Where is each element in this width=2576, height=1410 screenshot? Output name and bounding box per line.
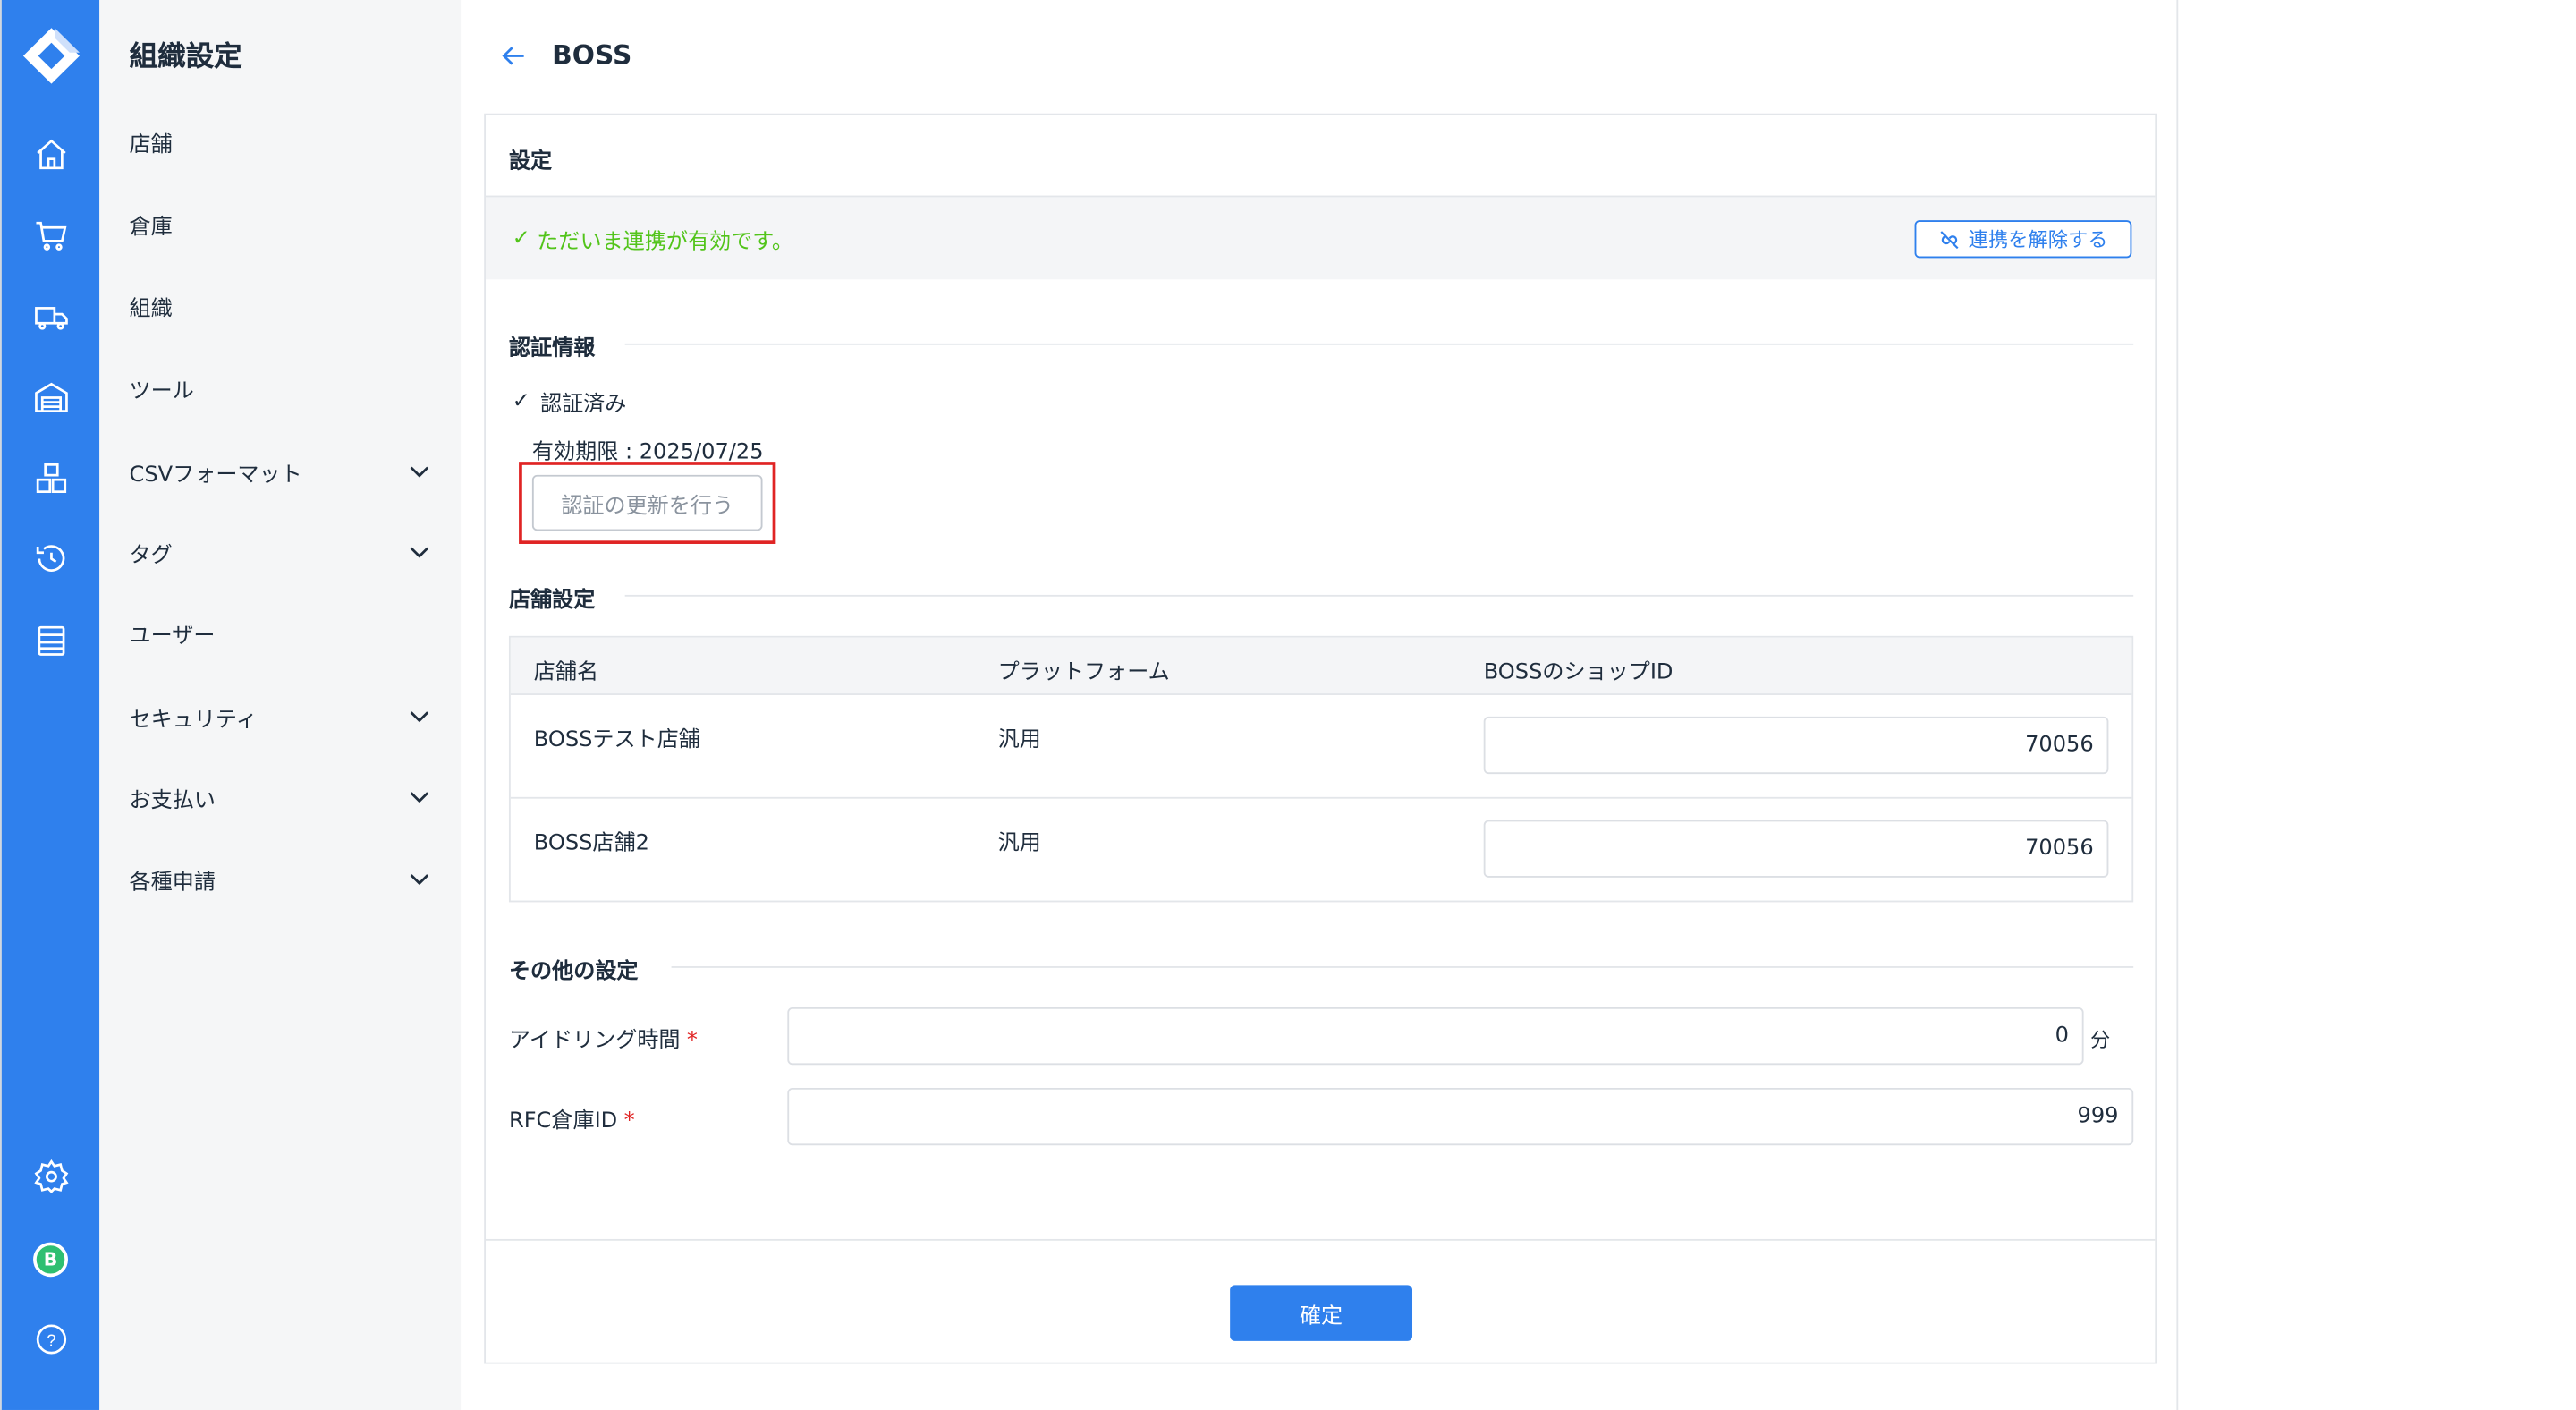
section-divider xyxy=(624,343,2134,345)
store-table: 店舗名 プラットフォーム BOSSのショップID BOSSテスト店舗 汎用 70… xyxy=(508,635,2134,903)
sidebar-item-stores[interactable]: 店舗 xyxy=(99,108,461,174)
check-icon: ✓ xyxy=(512,389,530,414)
help-icon[interactable]: ? xyxy=(30,1318,72,1361)
section-divider xyxy=(671,966,2134,968)
connection-status-bar: ✓ ただいま連携が有効です。 連携を解除する xyxy=(486,197,2156,280)
chevron-down-icon xyxy=(410,792,429,803)
svg-text:?: ? xyxy=(47,1331,55,1350)
footer-divider xyxy=(486,1238,2156,1241)
auth-expiry: 有効期限 : 2025/07/25 xyxy=(531,440,764,465)
sidebar-item-applications[interactable]: 各種申請 xyxy=(99,846,461,912)
avatar[interactable]: B xyxy=(33,1242,68,1278)
renew-auth-button[interactable]: 認証の更新を行う xyxy=(531,474,763,531)
main-content: BOSS 設定 ✓ ただいま連携が有効です。 連携を解除する 認証情報 ✓ 認証… xyxy=(461,0,2179,1410)
cart-icon[interactable] xyxy=(30,214,72,257)
sidebar-item-organization[interactable]: 組織 xyxy=(99,273,461,338)
connection-status: ✓ ただいま連携が有効です。 xyxy=(512,224,794,255)
table-row: BOSS店舗2 汎用 70056 xyxy=(511,799,2132,903)
sidebar-title: 組織設定 xyxy=(129,40,242,74)
table-header: 店舗名 プラットフォーム BOSSのショップID xyxy=(510,637,2132,695)
sidebar-item-csv-format[interactable]: CSVフォーマット xyxy=(99,438,461,504)
table-row: BOSSテスト店舗 汎用 70056 xyxy=(510,695,2132,799)
unlink-button[interactable]: 連携を解除する xyxy=(1914,220,2132,259)
home-icon[interactable] xyxy=(30,133,72,176)
icon-rail: B ? xyxy=(0,0,100,1410)
rfc-warehouse-id-input[interactable]: 999 xyxy=(787,1087,2134,1146)
page-title: BOSS xyxy=(552,39,632,71)
check-icon: ✓ xyxy=(512,226,530,252)
store-section-title: 店舗設定 xyxy=(508,588,596,614)
column-shop-id: BOSSのショップID xyxy=(1483,660,1674,685)
unlink-icon xyxy=(1941,230,1960,249)
sidebar-item-payment[interactable]: お支払い xyxy=(99,764,461,829)
store-platform: 汎用 xyxy=(997,727,1041,753)
card-header: 設定 xyxy=(486,115,2156,198)
other-section-title: その他の設定 xyxy=(508,959,639,985)
column-store-name: 店舗名 xyxy=(533,660,599,685)
chevron-down-icon xyxy=(410,874,429,886)
chevron-down-icon xyxy=(410,466,429,478)
boxes-icon[interactable] xyxy=(30,457,72,500)
section-divider xyxy=(624,594,2134,597)
sidebar-item-warehouses[interactable]: 倉庫 xyxy=(99,191,461,256)
list-icon[interactable] xyxy=(30,619,72,662)
idle-time-unit: 分 xyxy=(2090,1028,2111,1052)
shop-id-input[interactable]: 70056 xyxy=(1483,716,2109,775)
back-arrow-icon[interactable] xyxy=(497,39,530,72)
auth-status-text: 認証済み xyxy=(540,392,627,418)
column-platform: プラットフォーム xyxy=(997,660,1170,685)
confirm-button[interactable]: 確定 xyxy=(1230,1285,1413,1341)
idle-time-label: アイドリング時間 * xyxy=(508,1028,698,1054)
app-logo-icon[interactable] xyxy=(21,26,81,85)
store-platform: 汎用 xyxy=(997,831,1041,856)
rfc-warehouse-id-label: RFC倉庫ID * xyxy=(508,1108,635,1134)
truck-icon[interactable] xyxy=(30,296,72,339)
required-mark: * xyxy=(623,1108,635,1134)
sidebar-item-security[interactable]: セキュリティ xyxy=(99,684,461,749)
auth-section-title: 認証情報 xyxy=(508,336,596,362)
sidebar-item-users[interactable]: ユーザー xyxy=(99,599,461,665)
connection-status-text: ただいま連携が有効です。 xyxy=(537,230,794,255)
required-mark: * xyxy=(686,1028,698,1054)
chevron-down-icon xyxy=(410,547,429,558)
sidebar-item-tags[interactable]: タグ xyxy=(99,519,461,584)
settings-card: 設定 ✓ ただいま連携が有効です。 連携を解除する 認証情報 ✓ 認証済み 有効… xyxy=(484,113,2157,1364)
store-name: BOSS店舗2 xyxy=(533,831,649,856)
settings-sidebar: 組織設定 店舗 倉庫 組織 ツール CSVフォーマット タグ ユーザー セキュリ… xyxy=(99,0,462,1410)
idle-time-input[interactable]: 0 xyxy=(787,1007,2084,1066)
card-title: 設定 xyxy=(508,149,553,174)
sidebar-item-tools[interactable]: ツール xyxy=(99,355,461,420)
history-icon[interactable] xyxy=(30,538,72,581)
gear-icon[interactable] xyxy=(30,1155,72,1198)
warehouse-icon[interactable] xyxy=(30,377,72,420)
auth-status: ✓ 認証済み xyxy=(512,386,627,418)
chevron-down-icon xyxy=(410,711,429,723)
shop-id-input[interactable]: 70056 xyxy=(1483,820,2109,878)
store-name: BOSSテスト店舗 xyxy=(533,727,700,753)
